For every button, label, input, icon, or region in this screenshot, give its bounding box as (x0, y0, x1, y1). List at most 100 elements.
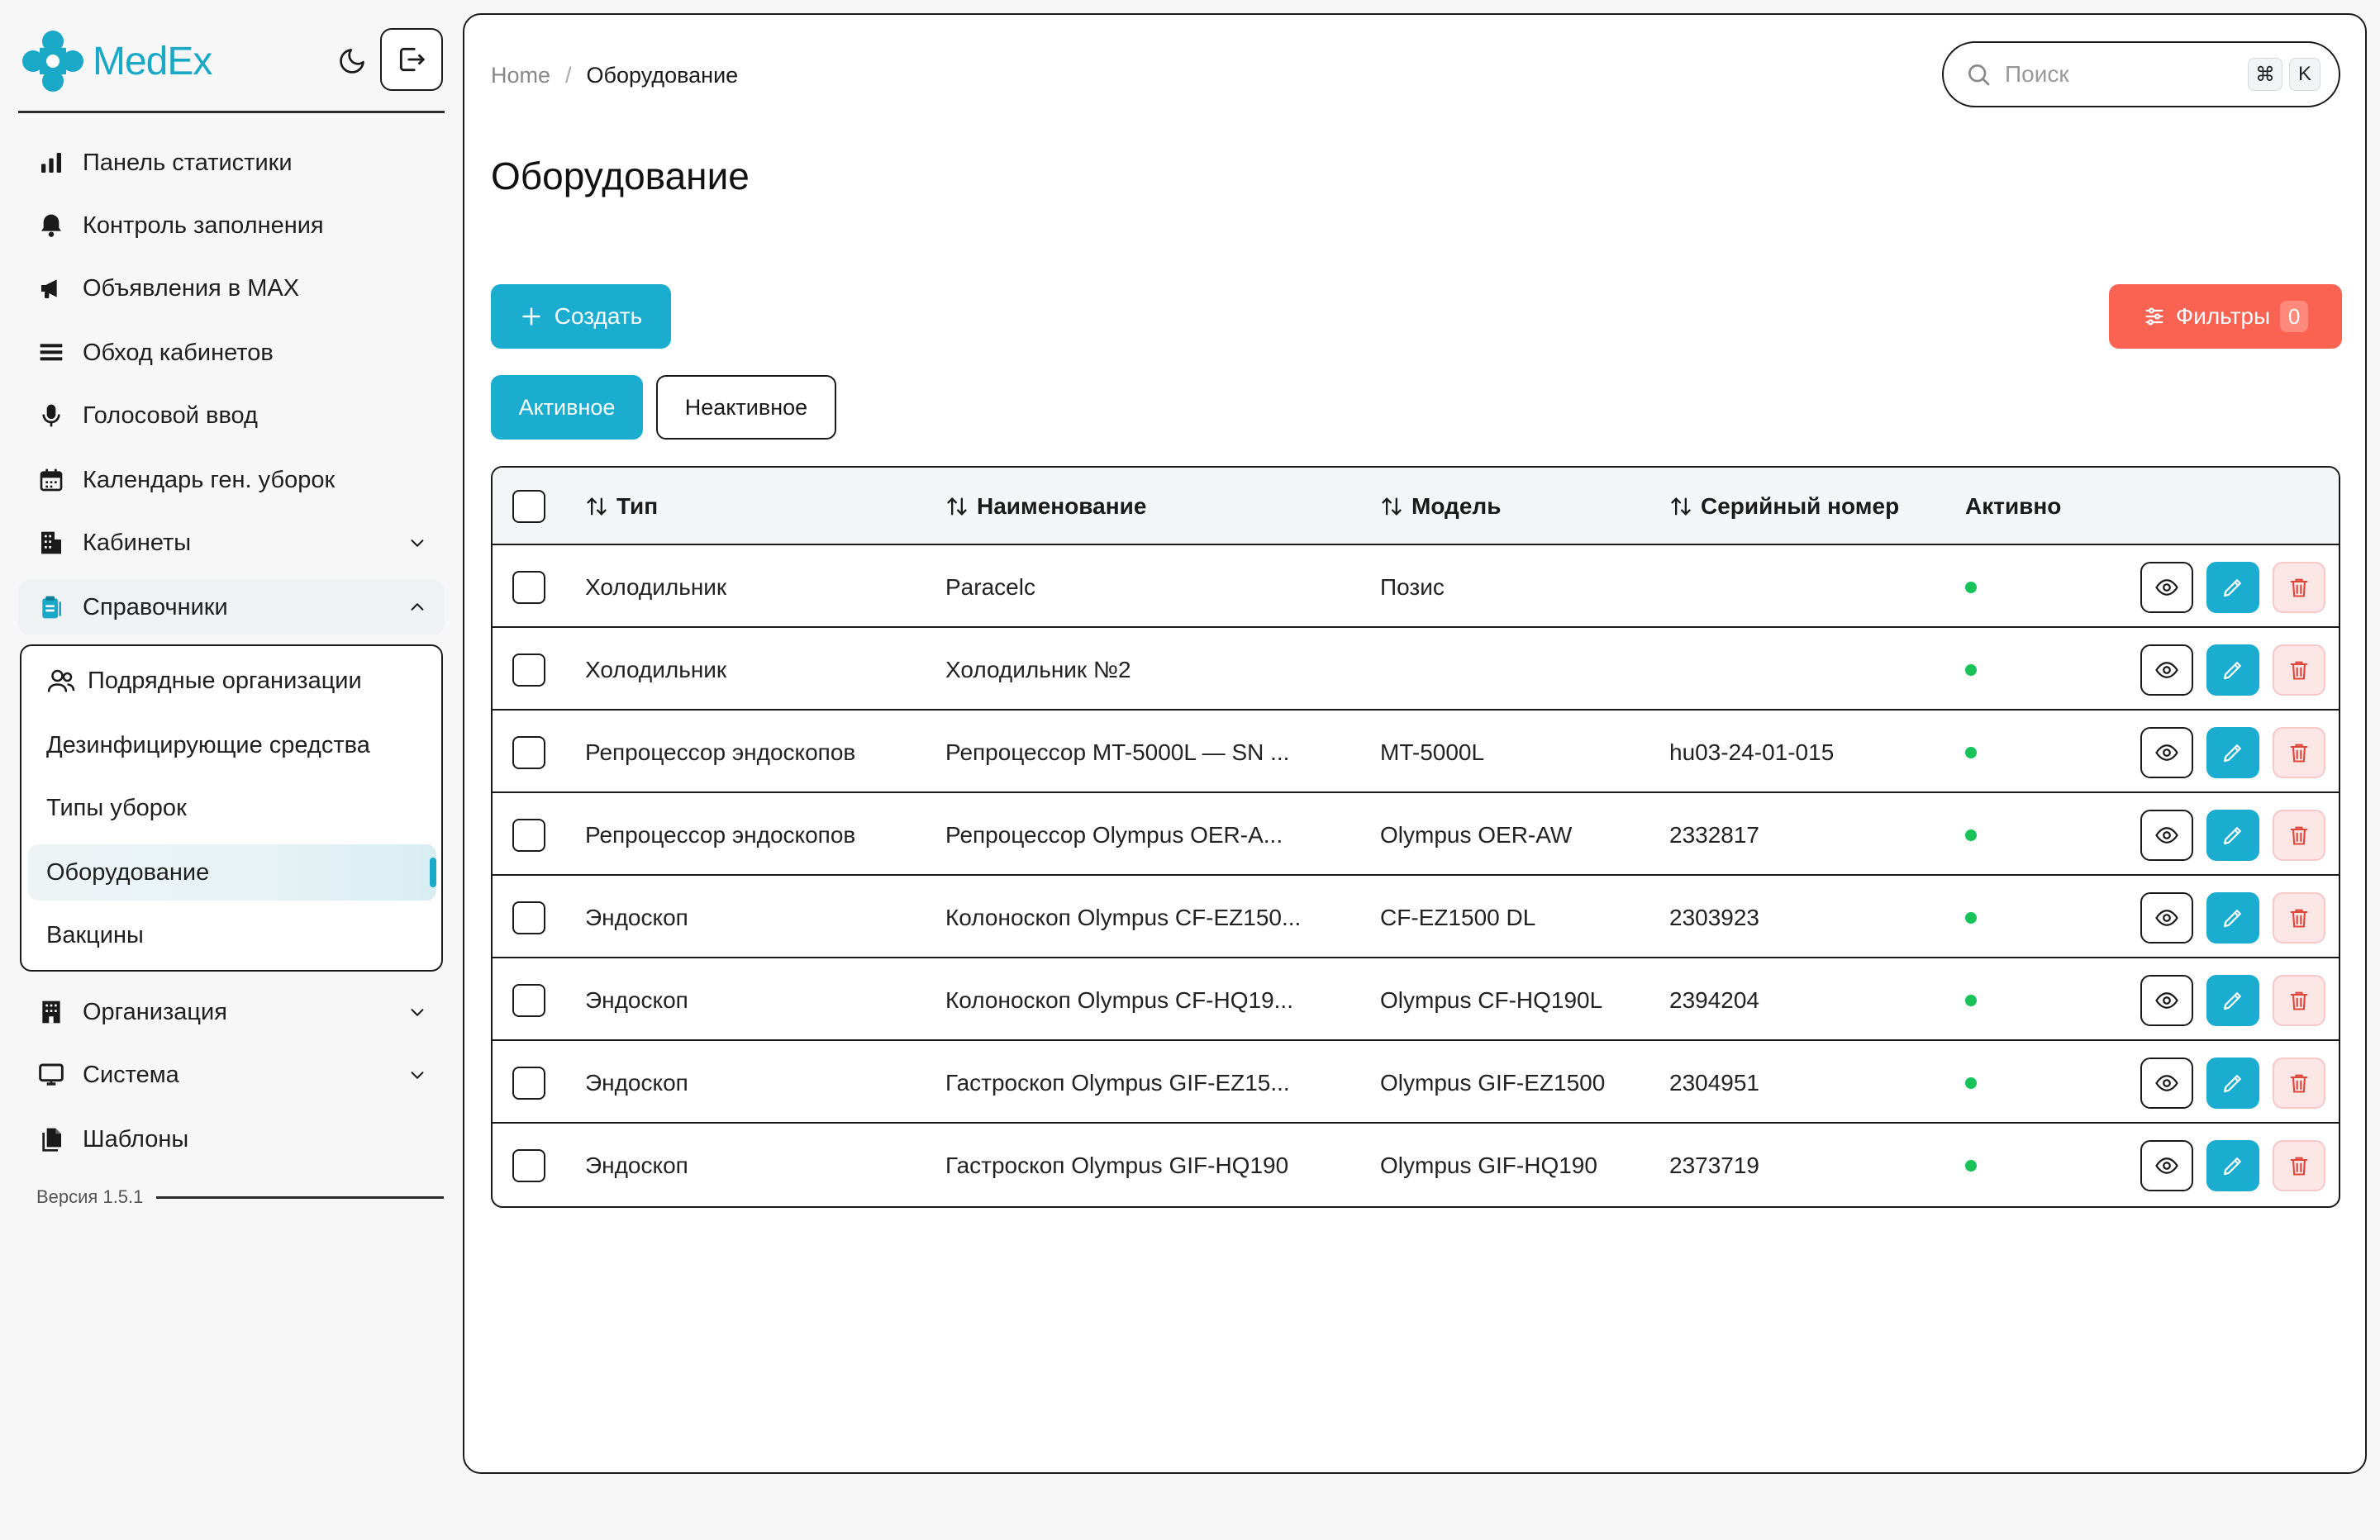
theme-toggle-button[interactable] (332, 41, 372, 81)
submenu-item-contractors[interactable]: Подрядные организации (28, 653, 436, 709)
create-button[interactable]: Создать (491, 284, 671, 349)
pencil-icon (2223, 992, 2241, 1010)
cell-model: MT-5000L (1380, 739, 1485, 765)
column-label: Модель (1411, 493, 1502, 519)
active-status-dot (1965, 1160, 1977, 1172)
k-key: K (2289, 58, 2320, 91)
row-checkbox[interactable] (512, 901, 545, 934)
filters-button[interactable]: Фильтры 0 (2109, 284, 2342, 349)
view-button[interactable] (2140, 975, 2193, 1026)
trash-icon (2290, 909, 2308, 928)
view-button[interactable] (2140, 562, 2193, 613)
command-key: ⌘ (2248, 58, 2282, 91)
pencil-icon (2223, 827, 2241, 845)
cell-type: Эндоскоп (585, 1153, 688, 1178)
cell-serial: 2303923 (1669, 905, 1760, 930)
cell-model: Olympus OER-AW (1380, 822, 1573, 848)
column-header-serial[interactable]: Серийный номер (1669, 468, 1899, 545)
delete-button[interactable] (2273, 562, 2325, 613)
version-label: Версия 1.5.1 (36, 1186, 144, 1207)
sidebar-item-directories[interactable]: Справочники (18, 580, 445, 635)
edit-button[interactable] (2206, 810, 2259, 861)
sidebar-item-fill-control[interactable]: Контроль заполнения (18, 198, 445, 253)
submenu-item-vaccines[interactable]: Вакцины (28, 907, 436, 963)
directories-submenu: Подрядные организации Дезинфицирующие ср… (20, 644, 443, 972)
eye-icon (2155, 1075, 2178, 1091)
row-checkbox[interactable] (512, 984, 545, 1017)
delete-button[interactable] (2273, 644, 2325, 696)
chevron-down-icon (411, 1072, 424, 1080)
sidebar-item-statistics[interactable]: Панель статистики (18, 135, 445, 190)
main-panel: Home / Оборудование Поиск ⌘ K Оборудован… (463, 13, 2367, 1474)
tab-inactive[interactable]: Неактивное (656, 375, 836, 440)
row-checkbox[interactable] (512, 736, 545, 769)
delete-button[interactable] (2273, 892, 2325, 943)
view-button[interactable] (2140, 1058, 2193, 1109)
search-input[interactable]: Поиск ⌘ K (1942, 41, 2340, 107)
edit-button[interactable] (2206, 1140, 2259, 1191)
column-header-name[interactable]: Наименование (945, 468, 1146, 545)
sidebar-item-rooms[interactable]: Кабинеты (18, 516, 445, 570)
delete-button[interactable] (2273, 810, 2325, 861)
edit-button[interactable] (2206, 1058, 2259, 1109)
sidebar-item-voice-input[interactable]: Голосовой ввод (18, 388, 445, 443)
cell-serial: hu03-24-01-015 (1669, 739, 1835, 765)
row-checkbox[interactable] (512, 1149, 545, 1182)
moon-icon (340, 49, 364, 74)
row-checkbox[interactable] (512, 654, 545, 687)
chevron-down-icon (411, 1009, 424, 1017)
breadcrumb-separator: / (565, 63, 572, 88)
eye-icon (2155, 579, 2178, 596)
documents-icon (36, 1124, 66, 1154)
tab-active[interactable]: Активное (491, 375, 643, 440)
submenu-item-disinfectants[interactable]: Дезинфицирующие средства (28, 717, 436, 773)
row-checkbox[interactable] (512, 1067, 545, 1100)
submenu-item-cleaning-types[interactable]: Типы уборок (28, 780, 436, 836)
view-button[interactable] (2140, 1140, 2193, 1191)
sidebar-item-label: Система (83, 1061, 179, 1088)
sidebar-item-label: Контроль заполнения (83, 212, 324, 239)
table-row: Эндоскоп Колоноскоп Olympus CF-EZ150... … (493, 877, 2339, 958)
cell-serial: 2304951 (1669, 1070, 1760, 1096)
sidebar-item-rounds[interactable]: Обход кабинетов (18, 326, 445, 380)
row-checkbox[interactable] (512, 819, 545, 852)
building-icon (36, 997, 66, 1027)
edit-button[interactable] (2206, 562, 2259, 613)
sidebar-item-templates[interactable]: Шаблоны (18, 1112, 445, 1167)
trash-icon (2290, 826, 2308, 845)
logo[interactable]: MedEx (21, 30, 212, 93)
filters-count-badge: 0 (2280, 301, 2309, 332)
sidebar-item-calendar[interactable]: Календарь ген. уборок (18, 453, 445, 507)
delete-button[interactable] (2273, 727, 2325, 778)
view-button[interactable] (2140, 810, 2193, 861)
edit-button[interactable] (2206, 644, 2259, 696)
cell-name: Репроцессор Olympus OER-A... (945, 822, 1283, 848)
plus-icon (522, 307, 540, 326)
active-marker (430, 858, 436, 887)
submenu-item-equipment[interactable]: Оборудование (28, 844, 436, 901)
sidebar-item-system[interactable]: Система (18, 1048, 445, 1102)
edit-button[interactable] (2206, 975, 2259, 1026)
logo-icon (21, 30, 84, 93)
edit-button[interactable] (2206, 727, 2259, 778)
delete-button[interactable] (2273, 1140, 2325, 1191)
breadcrumb-home[interactable]: Home (491, 63, 550, 88)
column-header-model[interactable]: Модель (1380, 468, 1501, 545)
row-checkbox[interactable] (512, 571, 545, 604)
select-all-checkbox[interactable] (512, 490, 545, 523)
cell-serial: 2332817 (1669, 822, 1760, 848)
pencil-icon (2223, 1075, 2241, 1093)
delete-button[interactable] (2273, 1058, 2325, 1109)
view-button[interactable] (2140, 727, 2193, 778)
logout-button[interactable] (380, 28, 443, 91)
column-header-type[interactable]: Тип (585, 468, 658, 545)
table-row: Холодильник Холодильник №2 (493, 630, 2339, 711)
sidebar-item-organization[interactable]: Организация (18, 985, 445, 1039)
cell-type: Холодильник (585, 574, 727, 600)
view-button[interactable] (2140, 644, 2193, 696)
cell-type: Эндоскоп (585, 987, 688, 1013)
delete-button[interactable] (2273, 975, 2325, 1026)
edit-button[interactable] (2206, 892, 2259, 943)
view-button[interactable] (2140, 892, 2193, 943)
sidebar-item-announcements[interactable]: Объявления в MAX (18, 261, 445, 316)
